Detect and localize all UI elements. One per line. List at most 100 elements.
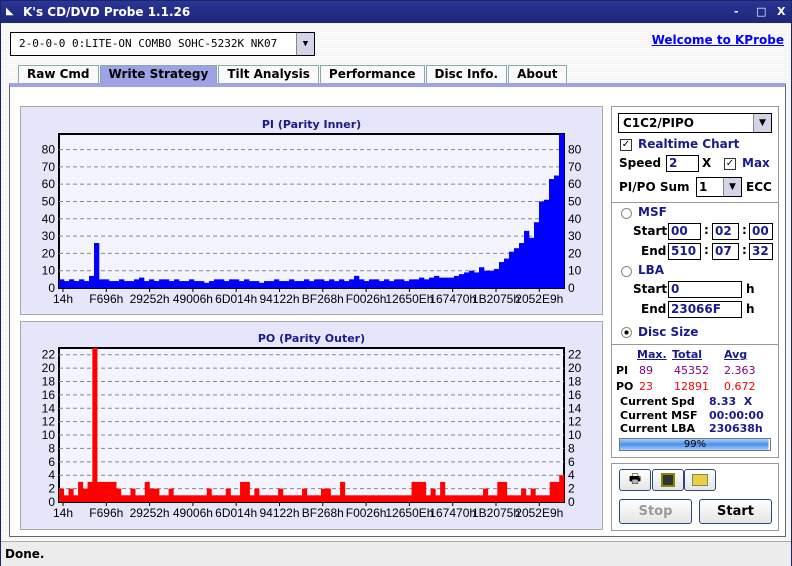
bar	[144, 281, 150, 288]
mode-select[interactable]: C1C2/PIPO ▼	[618, 113, 772, 133]
open-button[interactable]	[684, 469, 716, 491]
bar	[59, 488, 65, 502]
y-tick-label-right: 10	[568, 428, 582, 442]
start-button[interactable]: Start	[699, 499, 772, 524]
bar	[494, 268, 500, 288]
bar	[379, 281, 385, 288]
settings-panel: C1C2/PIPO ▼ ✓ Realtime Chart Speed 2 X ✓…	[611, 106, 779, 458]
close-button[interactable]: X	[777, 1, 785, 23]
bar	[389, 281, 395, 288]
folder-icon	[692, 474, 708, 486]
bar	[524, 230, 530, 288]
hex-suffix: h	[746, 302, 755, 316]
bar	[187, 495, 193, 502]
plot-area	[58, 347, 565, 503]
msf-end-frame[interactable]: 32	[749, 243, 773, 260]
pipo-sum-select[interactable]: 1 ▼	[696, 177, 742, 197]
tab-tilt-analysis[interactable]: Tilt Analysis	[218, 65, 319, 83]
minimize-button[interactable]: -	[734, 1, 739, 23]
bar	[244, 279, 250, 288]
drive-select-value: 2-0-0-0 0:LITE-ON COMBO SOHC-5232K NK07	[19, 37, 278, 50]
bar	[219, 279, 225, 288]
msf-radio[interactable]	[621, 208, 632, 219]
bar	[184, 281, 190, 288]
speed-unit: X	[702, 156, 712, 170]
stop-button[interactable]: Stop	[619, 499, 692, 524]
bar	[119, 279, 125, 288]
bar	[139, 277, 145, 288]
drive-select[interactable]: 2-0-0-0 0:LITE-ON COMBO SOHC-5232K NK07 …	[10, 32, 315, 56]
bar	[244, 481, 250, 502]
bar	[392, 495, 398, 502]
bar	[469, 270, 475, 288]
bar	[289, 279, 295, 288]
tab-write-strategy[interactable]: Write Strategy	[99, 65, 218, 84]
bar	[509, 251, 515, 288]
bar	[554, 481, 560, 502]
bar	[199, 281, 205, 288]
y-tick-label-right: 0	[568, 495, 575, 509]
bar	[149, 279, 155, 288]
y-tick-label-right: 70	[568, 160, 582, 174]
tab-disc-info[interactable]: Disc Info.	[425, 65, 508, 83]
max-checkbox[interactable]: ✓	[724, 158, 736, 170]
bar	[349, 279, 355, 288]
chevron-down-icon[interactable]: ▼	[296, 33, 314, 55]
bar	[540, 495, 546, 502]
bar	[282, 495, 288, 502]
msf-start-min[interactable]: 00	[668, 223, 701, 240]
bar	[487, 495, 493, 502]
x-tick-label: 167470h	[429, 506, 476, 520]
bar	[335, 495, 341, 502]
msf-start-frame[interactable]: 00	[749, 223, 773, 240]
window-title: K's CD/DVD Probe 1.1.26	[23, 5, 191, 19]
save-button[interactable]	[652, 469, 684, 491]
tab-raw-cmd[interactable]: Raw Cmd	[18, 65, 99, 83]
bar	[94, 243, 100, 288]
y-tick-label-right: 20	[568, 361, 582, 375]
divider	[612, 344, 778, 345]
chevron-down-icon[interactable]: ▼	[753, 114, 771, 132]
msf-end-sec[interactable]: 07	[712, 243, 739, 260]
chevron-down-icon[interactable]: ▼	[723, 178, 741, 196]
lba-start-input[interactable]: 0	[668, 281, 742, 298]
bar	[214, 279, 220, 288]
bar	[454, 495, 460, 502]
y-tick-label-left: 12	[42, 415, 56, 429]
bar	[64, 281, 70, 288]
tab-performance[interactable]: Performance	[319, 65, 425, 83]
divider	[612, 202, 778, 203]
bar	[473, 495, 479, 502]
bar	[135, 495, 141, 502]
bar	[254, 281, 260, 288]
msf-start-sec[interactable]: 02	[712, 223, 739, 240]
msf-end-label: End	[641, 244, 667, 258]
realtime-chart-checkbox[interactable]: ✓	[620, 139, 632, 151]
y-tick-label-left: 20	[42, 361, 56, 375]
bar	[301, 488, 308, 502]
msf-end-min[interactable]: 510	[668, 243, 701, 260]
lba-radio[interactable]	[621, 266, 632, 277]
bar	[419, 277, 425, 288]
bar	[229, 279, 235, 288]
bar	[406, 495, 412, 502]
y-tick-label-left: 70	[42, 160, 56, 174]
maximize-button[interactable]: □	[756, 1, 766, 23]
lba-end-input[interactable]: 23066F	[668, 301, 742, 318]
disc-size-radio[interactable]	[621, 327, 632, 338]
bar	[449, 495, 455, 502]
bar	[384, 279, 390, 288]
bar	[324, 281, 330, 288]
bar	[459, 274, 465, 288]
current-msf-label: Current MSF	[620, 409, 698, 422]
speed-input[interactable]: 2	[666, 155, 699, 172]
tab-about[interactable]: About	[508, 65, 567, 83]
welcome-link[interactable]: Welcome to KProbe	[652, 33, 784, 47]
app-icon[interactable]: ◣	[6, 1, 14, 23]
bar	[394, 279, 400, 288]
bar	[63, 495, 69, 502]
print-button[interactable]: 🖶	[619, 469, 651, 491]
bar	[211, 495, 217, 502]
po-chart-panel: PO (Parity Outer) 0 0 2 2 4 4 6 6 8 8 10 10 12 12 14 14 1…	[20, 321, 603, 530]
bar	[225, 488, 231, 502]
